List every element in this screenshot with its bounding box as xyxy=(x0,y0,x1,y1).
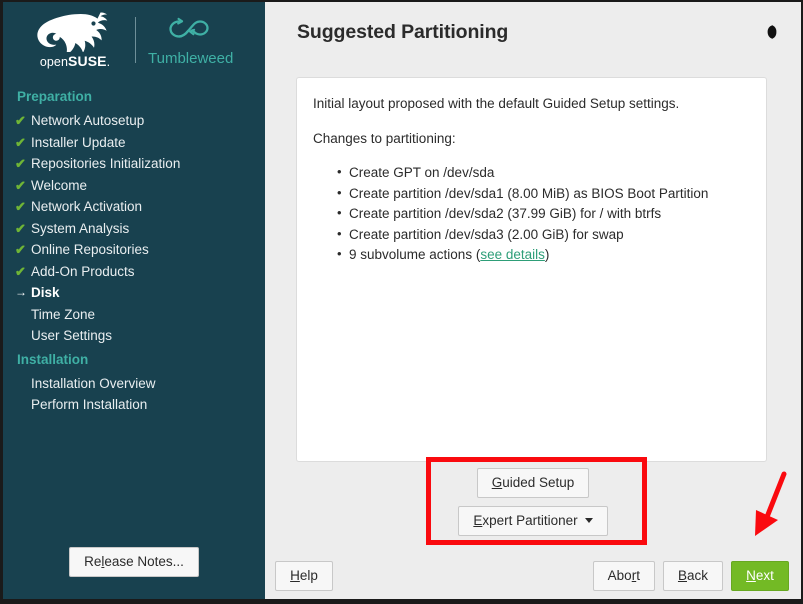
logo-divider xyxy=(135,17,136,63)
see-details-link[interactable]: see details xyxy=(480,247,545,262)
changes-label: Changes to partitioning: xyxy=(313,130,750,148)
check-icon: ✔ xyxy=(15,218,31,240)
check-icon: ✔ xyxy=(15,261,31,283)
sidebar-item-installation-overview[interactable]: Installation Overview xyxy=(15,373,265,395)
expert-partitioner-button[interactable]: Expert Partitioner xyxy=(458,506,607,536)
help-button[interactable]: Help xyxy=(275,561,333,591)
installer-window: openSUSE. Tumbleweed Preparation xyxy=(0,0,803,604)
sidebar-item-label: Network Activation xyxy=(31,196,142,218)
subvolume-suffix: ) xyxy=(545,247,550,262)
release-notes-button[interactable]: Release Notes... xyxy=(69,547,199,577)
abort-button[interactable]: Abort xyxy=(593,561,655,591)
check-icon: ✔ xyxy=(15,153,31,175)
sidebar-item-user-settings[interactable]: User Settings xyxy=(15,325,265,347)
nav-section-heading-installation: Installation xyxy=(17,350,265,369)
sidebar-item-network-activation[interactable]: ✔ Network Activation xyxy=(15,196,265,218)
partitioning-summary-panel: Initial layout proposed with the default… xyxy=(296,77,767,462)
sidebar-item-system-analysis[interactable]: ✔ System Analysis xyxy=(15,218,265,240)
sidebar-item-label: System Analysis xyxy=(31,218,129,240)
list-item: Create GPT on /dev/sda xyxy=(313,163,750,184)
check-icon: ✔ xyxy=(15,196,31,218)
sidebar-item-disk[interactable]: → Disk xyxy=(15,282,265,304)
list-item: Create partition /dev/sda1 (8.00 MiB) as… xyxy=(313,184,750,205)
crescent-moon-icon[interactable] xyxy=(757,19,783,45)
sidebar-item-label: Disk xyxy=(31,282,60,304)
sidebar-item-label: Time Zone xyxy=(31,304,95,326)
page-header: Suggested Partitioning xyxy=(265,2,801,62)
list-item-subvolumes: 9 subvolume actions (see details) xyxy=(313,245,750,266)
nav-section-heading-preparation: Preparation xyxy=(17,87,265,106)
footer-right-buttons: Abort Back Next xyxy=(593,561,789,591)
sidebar-item-label: Installer Update xyxy=(31,132,126,154)
installer-steps-nav: Preparation ✔ Network Autosetup ✔ Instal… xyxy=(3,78,265,416)
guided-setup-button[interactable]: Guided Setup xyxy=(477,468,590,498)
sidebar-item-installer-update[interactable]: ✔ Installer Update xyxy=(15,132,265,154)
sidebar-item-welcome[interactable]: ✔ Welcome xyxy=(15,175,265,197)
branding-header: openSUSE. Tumbleweed xyxy=(3,2,265,78)
partitioning-actions: Guided Setup Expert Partitioner xyxy=(265,468,801,536)
next-button[interactable]: Next xyxy=(731,561,789,591)
infinity-icon xyxy=(163,14,219,49)
sidebar-item-label: Welcome xyxy=(31,175,87,197)
back-button[interactable]: Back xyxy=(663,561,723,591)
arrow-right-icon: → xyxy=(15,282,31,304)
tumbleweed-logo: Tumbleweed xyxy=(148,14,233,67)
page-title: Suggested Partitioning xyxy=(297,21,757,44)
list-item: Create partition /dev/sda2 (37.99 GiB) f… xyxy=(313,204,750,225)
intro-text: Initial layout proposed with the default… xyxy=(313,95,750,113)
sidebar-item-perform-installation[interactable]: Perform Installation xyxy=(15,394,265,416)
sidebar-item-label: User Settings xyxy=(31,325,112,347)
sidebar-item-label: Installation Overview xyxy=(31,373,156,395)
changes-list: Create GPT on /dev/sda Create partition … xyxy=(313,163,750,266)
sidebar-item-add-on-products[interactable]: ✔ Add-On Products xyxy=(15,261,265,283)
chevron-down-icon xyxy=(585,518,593,523)
check-icon: ✔ xyxy=(15,175,31,197)
opensuse-wordmark: openSUSE. xyxy=(40,53,110,69)
check-icon: ✔ xyxy=(15,239,31,261)
tumbleweed-label: Tumbleweed xyxy=(148,50,233,67)
sidebar-item-online-repositories[interactable]: ✔ Online Repositories xyxy=(15,239,265,261)
main-area: Suggested Partitioning Initial layout pr… xyxy=(265,2,801,599)
release-notes-container: Release Notes... xyxy=(3,547,265,577)
sidebar-item-time-zone[interactable]: Time Zone xyxy=(15,304,265,326)
footer-button-bar: Help Abort Back Next xyxy=(265,552,801,599)
sidebar-item-label: Repositories Initialization xyxy=(31,153,180,175)
subvolume-text: 9 subvolume actions ( xyxy=(349,247,480,262)
check-icon: ✔ xyxy=(15,132,31,154)
sidebar-item-repositories-initialization[interactable]: ✔ Repositories Initialization xyxy=(15,153,265,175)
check-icon: ✔ xyxy=(15,110,31,132)
sidebar-item-label: Perform Installation xyxy=(31,394,147,416)
sidebar-item-label: Online Repositories xyxy=(31,239,149,261)
sidebar-item-label: Add-On Products xyxy=(31,261,135,283)
sidebar-item-network-autosetup[interactable]: ✔ Network Autosetup xyxy=(15,110,265,132)
sidebar: openSUSE. Tumbleweed Preparation xyxy=(3,2,265,599)
opensuse-logo: openSUSE. xyxy=(21,12,129,69)
list-item: Create partition /dev/sda3 (2.00 GiB) fo… xyxy=(313,225,750,246)
chameleon-icon xyxy=(36,12,114,52)
sidebar-item-label: Network Autosetup xyxy=(31,110,144,132)
